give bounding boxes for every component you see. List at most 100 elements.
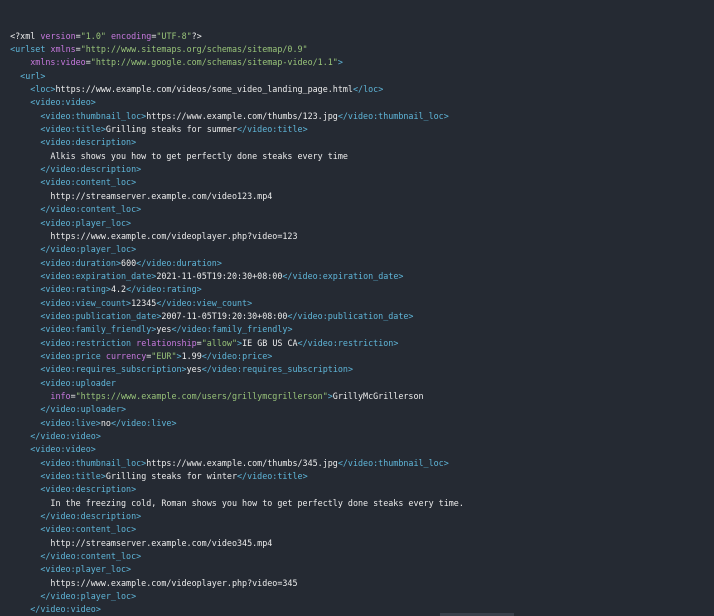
code-line[interactable]: https://www.example.com/videoplayer.php?… <box>0 230 714 243</box>
code-token-tag: <video:family_friendly> <box>40 324 157 335</box>
code-token-attr: encoding <box>110 30 152 41</box>
code-line[interactable]: <video:restriction relationship="allow">… <box>0 337 714 350</box>
code-line[interactable]: <video:description> <box>0 136 714 149</box>
code-line[interactable]: <video:expiration_date>2021-11-05T19:20:… <box>0 270 714 283</box>
code-token-attr: version <box>40 30 76 41</box>
code-line[interactable]: In the freezing cold, Roman shows you ho… <box>0 497 714 510</box>
code-token-text: In the freezing cold, Roman shows you ho… <box>50 497 464 508</box>
code-line[interactable]: </video:player_loc> <box>0 243 714 256</box>
code-line[interactable]: </video:uploader> <box>0 403 714 416</box>
code-token-tag: <video:player_loc> <box>40 564 132 575</box>
code-line[interactable]: </video:video> <box>0 430 714 443</box>
code-token-tag: </video:uploader> <box>40 404 127 415</box>
code-line[interactable]: http://streamserver.example.com/video123… <box>0 190 714 203</box>
code-line[interactable]: <video:publication_date>2007-11-05T19:20… <box>0 310 714 323</box>
code-token-str: "http://www.sitemaps.org/schemas/sitemap… <box>80 44 308 55</box>
code-token-tag: <video:player_loc> <box>40 217 132 228</box>
code-token-text: IE GB US CA <box>242 337 298 348</box>
code-token-tag: <video:title> <box>40 471 106 482</box>
code-line[interactable]: <video:content_loc> <box>0 176 714 189</box>
code-token-tag: <video:video> <box>30 97 96 108</box>
code-token-text: http://streamserver.example.com/video123… <box>50 190 273 201</box>
code-line[interactable]: http://streamserver.example.com/video345… <box>0 537 714 550</box>
code-token-text: 1.99 <box>181 350 202 361</box>
code-token-tag: <video:uploader <box>40 377 116 388</box>
code-line[interactable]: <video:video> <box>0 443 714 456</box>
code-line[interactable]: <video:player_loc> <box>0 217 714 230</box>
code-line[interactable]: <video:title>Grilling steaks for summer<… <box>0 123 714 136</box>
code-line[interactable]: <video:description> <box>0 483 714 496</box>
code-editor[interactable]: <?xml version="1.0" encoding="UTF-8"?> <… <box>0 0 714 616</box>
code-content[interactable]: <?xml version="1.0" encoding="UTF-8"?> <… <box>0 30 714 616</box>
code-line[interactable]: </video:video> <box>0 603 714 616</box>
code-token-tag: <video:description> <box>40 484 137 495</box>
code-token-tag: <video:thumbnail_loc> <box>40 110 147 121</box>
code-line[interactable]: https://www.example.com/videoplayer.php?… <box>0 577 714 590</box>
code-token-tag: <video:restriction <box>40 337 137 348</box>
code-line[interactable]: </video:content_loc> <box>0 203 714 216</box>
code-token-text: Alkis shows you how to get perfectly don… <box>50 150 348 161</box>
code-line[interactable]: <video:view_count>12345</video:view_coun… <box>0 297 714 310</box>
code-token-text: Grilling steaks for summer <box>105 124 238 135</box>
code-line[interactable]: </video:description> <box>0 510 714 523</box>
code-line[interactable]: info="https://www.example.com/users/gril… <box>0 390 714 403</box>
code-line[interactable]: </video:description> <box>0 163 714 176</box>
code-line[interactable]: <video:video> <box>0 96 714 109</box>
code-token-tag: <video:description> <box>40 137 137 148</box>
code-token-text: 12345 <box>131 297 157 308</box>
code-token-tag: </video:price> <box>201 350 273 361</box>
code-line[interactable]: <?xml version="1.0" encoding="UTF-8"?> <box>0 30 714 43</box>
code-token-text: 600 <box>121 257 137 268</box>
code-token-tag: </video:content_loc> <box>40 551 142 562</box>
code-line[interactable]: <urlset xmlns="http://www.sitemaps.org/s… <box>0 43 714 56</box>
code-line[interactable]: <video:content_loc> <box>0 523 714 536</box>
code-token-tag: </video:description> <box>40 164 142 175</box>
code-line[interactable]: <video:thumbnail_loc>https://www.example… <box>0 457 714 470</box>
code-line[interactable]: <video:thumbnail_loc>https://www.example… <box>0 110 714 123</box>
code-line[interactable]: <video:uploader <box>0 377 714 390</box>
code-line[interactable]: Alkis shows you how to get perfectly don… <box>0 150 714 163</box>
code-token-tag: <urlset <box>10 44 51 55</box>
code-line[interactable]: <loc>https://www.example.com/videos/some… <box>0 83 714 96</box>
code-token-tag: </video:rating> <box>126 284 202 295</box>
code-line[interactable]: <video:player_loc> <box>0 563 714 576</box>
code-token-punct: <?xml <box>10 30 41 41</box>
code-line[interactable]: <video:duration>600</video:duration> <box>0 257 714 270</box>
code-token-text: yes <box>156 324 172 335</box>
code-line[interactable]: <url> <box>0 70 714 83</box>
code-line[interactable]: </video:content_loc> <box>0 550 714 563</box>
code-line[interactable]: <video:family_friendly>yes</video:family… <box>0 323 714 336</box>
code-token-tag: </video:view_count> <box>156 297 253 308</box>
code-token-tag: </video:expiration_date> <box>282 270 404 281</box>
code-token-str: "1.0" <box>80 30 106 41</box>
code-token-attr: info <box>50 390 71 401</box>
code-token-text: GrillyMcGrillerson <box>332 390 424 401</box>
code-line[interactable]: <video:rating>4.2</video:rating> <box>0 283 714 296</box>
code-line[interactable]: <video:price currency="EUR">1.99</video:… <box>0 350 714 363</box>
code-line[interactable]: xmlns:video="http://www.google.com/schem… <box>0 56 714 69</box>
code-token-text: 2007-11-05T19:20:30+08:00 <box>161 310 288 321</box>
code-line[interactable]: <video:title>Grilling steaks for winter<… <box>0 470 714 483</box>
code-line[interactable]: <video:requires_subscription>yes</video:… <box>0 363 714 376</box>
code-token-tag: <video:requires_subscription> <box>40 364 187 375</box>
code-line[interactable]: <video:live>no</video:live> <box>0 417 714 430</box>
code-token-text: https://www.example.com/videoplayer.php?… <box>50 230 298 241</box>
code-line[interactable]: </video:player_loc> <box>0 590 714 603</box>
